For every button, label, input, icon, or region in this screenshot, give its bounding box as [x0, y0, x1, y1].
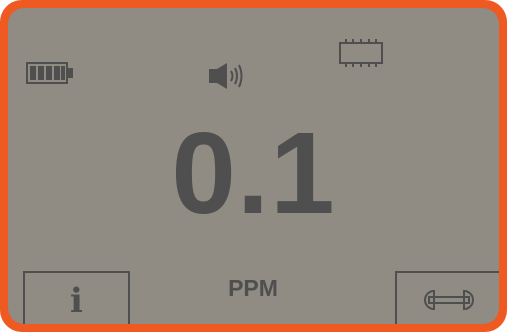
info-button[interactable]: i [23, 271, 130, 324]
reading-unit-label: PPM [228, 275, 278, 301]
tools-button[interactable] [395, 271, 499, 324]
wrench-icon [424, 289, 474, 311]
speaker-volume-icon [209, 63, 243, 89]
gas-reading-value: 0.1 [171, 108, 336, 238]
device-frame: 0.1 PPM i [0, 0, 507, 332]
info-icon: i [70, 281, 83, 321]
display-screen: 0.1 PPM i [8, 8, 499, 324]
memory-chip-icon [339, 39, 383, 67]
battery-full-icon [26, 62, 73, 84]
